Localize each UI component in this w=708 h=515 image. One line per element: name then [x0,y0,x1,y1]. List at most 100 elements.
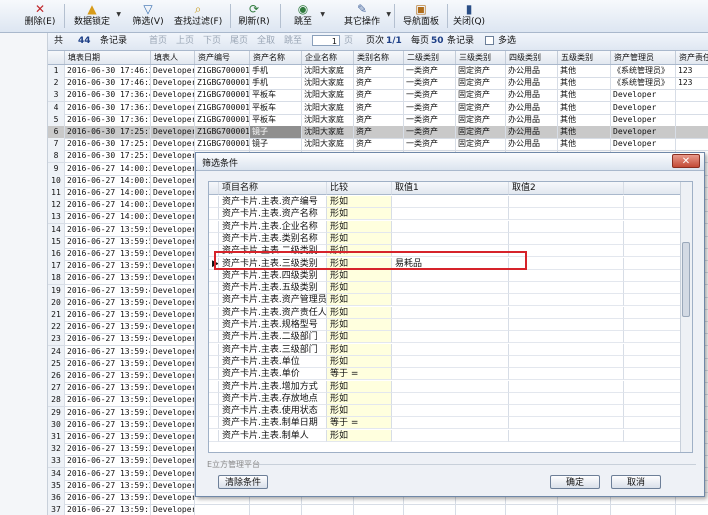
value2-cell[interactable] [509,343,624,356]
column-header[interactable]: 四级类别 [506,51,558,64]
value1-cell[interactable] [392,269,509,282]
value2-cell[interactable] [509,331,624,344]
goto-button[interactable]: ◉ 跳至 ▼ [288,2,325,30]
cancel-button[interactable]: 取消 [611,475,661,489]
value1-cell[interactable] [392,331,509,344]
filter-row[interactable]: 资产卡片.主表.单价 等于 = [209,368,681,381]
first-page-link[interactable]: 首页 [149,36,167,47]
column-header[interactable]: 资产管理员 [611,51,676,64]
column-header[interactable]: 二级类别 [404,51,456,64]
value2-cell[interactable] [509,232,624,245]
value2-cell[interactable] [509,355,624,368]
table-row[interactable]: 3 2016-06-30 17:36:40 Developer Z1GBG700001… [48,89,708,103]
value2-cell[interactable] [509,392,624,405]
compare-op-cell[interactable]: 形如 [327,208,392,221]
prev-page-link[interactable]: 上页 [176,36,194,47]
value2-cell[interactable] [509,405,624,418]
value2-cell[interactable] [509,368,624,381]
clear-conditions-button[interactable]: 清除条件 [218,475,268,489]
compare-op-cell[interactable]: 形如 [327,343,392,356]
table-row[interactable]: 4 2016-06-30 17:36:35 Developer Z1GBG700001… [48,101,708,115]
next-page-link[interactable]: 下页 [203,36,221,47]
value2-cell[interactable] [509,282,624,295]
refresh-button[interactable]: ⟳ 刷新(R) [237,2,271,30]
compare-op-cell[interactable]: 等于 = [327,417,392,430]
nav-panel-button[interactable]: ▣ 导航面板 [401,2,441,30]
filter-button[interactable]: ▽ 筛选(V) [131,2,165,30]
value1-cell[interactable] [392,220,509,233]
table-row[interactable]: 1 2016-06-30 17:46:34 Developer Z1GBG700001… [48,65,708,78]
value2-cell[interactable] [509,429,624,442]
dialog-close-icon[interactable]: ✕ [672,154,700,168]
value2-cell[interactable] [509,294,624,307]
column-header[interactable]: 填表日期 [65,51,151,64]
filter-row[interactable]: 资产卡片.主表.使用状态 形如 [209,405,681,418]
value1-cell[interactable] [392,319,509,331]
filter-row[interactable]: 资产卡片.主表.存放地点 形如 [209,392,681,405]
value1-cell[interactable] [392,417,509,430]
value2-cell[interactable] [509,269,624,282]
compare-op-cell[interactable]: 形如 [327,392,392,405]
fetch-all-link[interactable]: 全取 [257,36,275,47]
column-header[interactable]: 三级类别 [456,51,506,64]
close-button[interactable]: ▮ 关闭(Q) [452,2,486,30]
compare-op-cell[interactable]: 形如 [327,355,392,368]
value1-cell[interactable] [392,355,509,368]
value1-cell[interactable] [392,306,509,319]
filter-row[interactable]: 资产卡片.主表.制单人 形如 [209,429,681,442]
jump-link[interactable]: 跳至 [284,36,302,47]
filter-row[interactable]: 资产卡片.主表.资产名称 形如 [209,208,681,221]
column-header[interactable]: 资产责任 [676,51,708,64]
compare-op-cell[interactable]: 形如 [327,282,392,295]
value1-cell[interactable] [392,405,509,418]
compare-op-cell[interactable]: 形如 [327,269,392,282]
find-filter-button[interactable]: ⌕ 查找过滤(F) [174,2,222,30]
compare-op-cell[interactable]: 形如 [327,196,392,208]
filter-row[interactable]: 资产卡片.主表.类别名称 形如 [209,232,681,245]
value1-cell[interactable] [392,196,509,208]
filter-row[interactable]: 资产卡片.主表.二级部门 形如 [209,331,681,344]
value1-cell[interactable] [392,392,509,405]
compare-op-cell[interactable]: 形如 [327,232,392,245]
value2-cell[interactable] [509,220,624,233]
filter-row[interactable]: 资产卡片.主表.资产管理员 形如 [209,294,681,307]
table-row[interactable]: 5 2016-06-30 17:36:18 Developer Z1GBG700001… [48,113,708,127]
value2-cell[interactable] [509,417,624,430]
column-header[interactable]: 填表人 [151,51,195,64]
compare-op-cell[interactable]: 形如 [327,429,392,442]
value1-cell[interactable] [392,208,509,221]
value1-cell[interactable] [392,380,509,393]
page-number-input[interactable]: 1 [312,35,340,46]
compare-op-cell[interactable]: 形如 [327,220,392,233]
delete-button[interactable]: ✕ 删除(E) [22,2,58,30]
value2-cell[interactable] [509,380,624,393]
compare-op-cell[interactable]: 形如 [327,294,392,307]
multi-select-checkbox[interactable] [485,36,494,45]
go-page-link[interactable]: 页 [344,36,353,47]
table-row[interactable]: 2 2016-06-30 17:46:34 Developer Z1GBG700001… [48,77,708,91]
column-header[interactable]: 类别名称 [354,51,404,64]
value1-cell[interactable] [392,368,509,381]
table-row[interactable]: 7 2016-06-30 17:25:17 Developer Z1GBG700001… [48,138,708,152]
filter-row[interactable]: 资产卡片.主表.单位 形如 [209,355,681,368]
filter-row[interactable]: 资产卡片.主表.四级类别 形如 [209,269,681,282]
column-header[interactable]: 五级类别 [558,51,611,64]
compare-op-cell[interactable]: 等于 = [327,368,392,381]
filter-row[interactable]: 资产卡片.主表.增加方式 形如 [209,380,681,393]
value2-cell[interactable] [509,306,624,319]
compare-op-cell[interactable]: 形如 [327,306,392,319]
value2-cell[interactable] [509,196,624,208]
data-lock-button[interactable]: ▲ 数据锁定 ▼ [70,2,121,30]
value2-cell[interactable] [509,319,624,331]
filter-row[interactable]: 资产卡片.主表.五级类别 形如 [209,282,681,295]
filter-row[interactable]: 资产卡片.主表.企业名称 形如 [209,220,681,233]
other-ops-button[interactable]: ✎ 其它操作 ▼ [340,2,391,30]
compare-op-cell[interactable]: 形如 [327,331,392,344]
filter-row[interactable]: 资产卡片.主表.制单日期 等于 = [209,417,681,430]
filter-row[interactable]: 资产卡片.主表.资产责任人 形如 [209,306,681,319]
table-row[interactable]: 37 2016-06-27 13:59:19 Developer [48,504,708,515]
compare-op-cell[interactable]: 形如 [327,380,392,393]
ok-button[interactable]: 确定 [550,475,600,489]
value1-cell[interactable] [392,294,509,307]
value1-cell[interactable] [392,232,509,245]
